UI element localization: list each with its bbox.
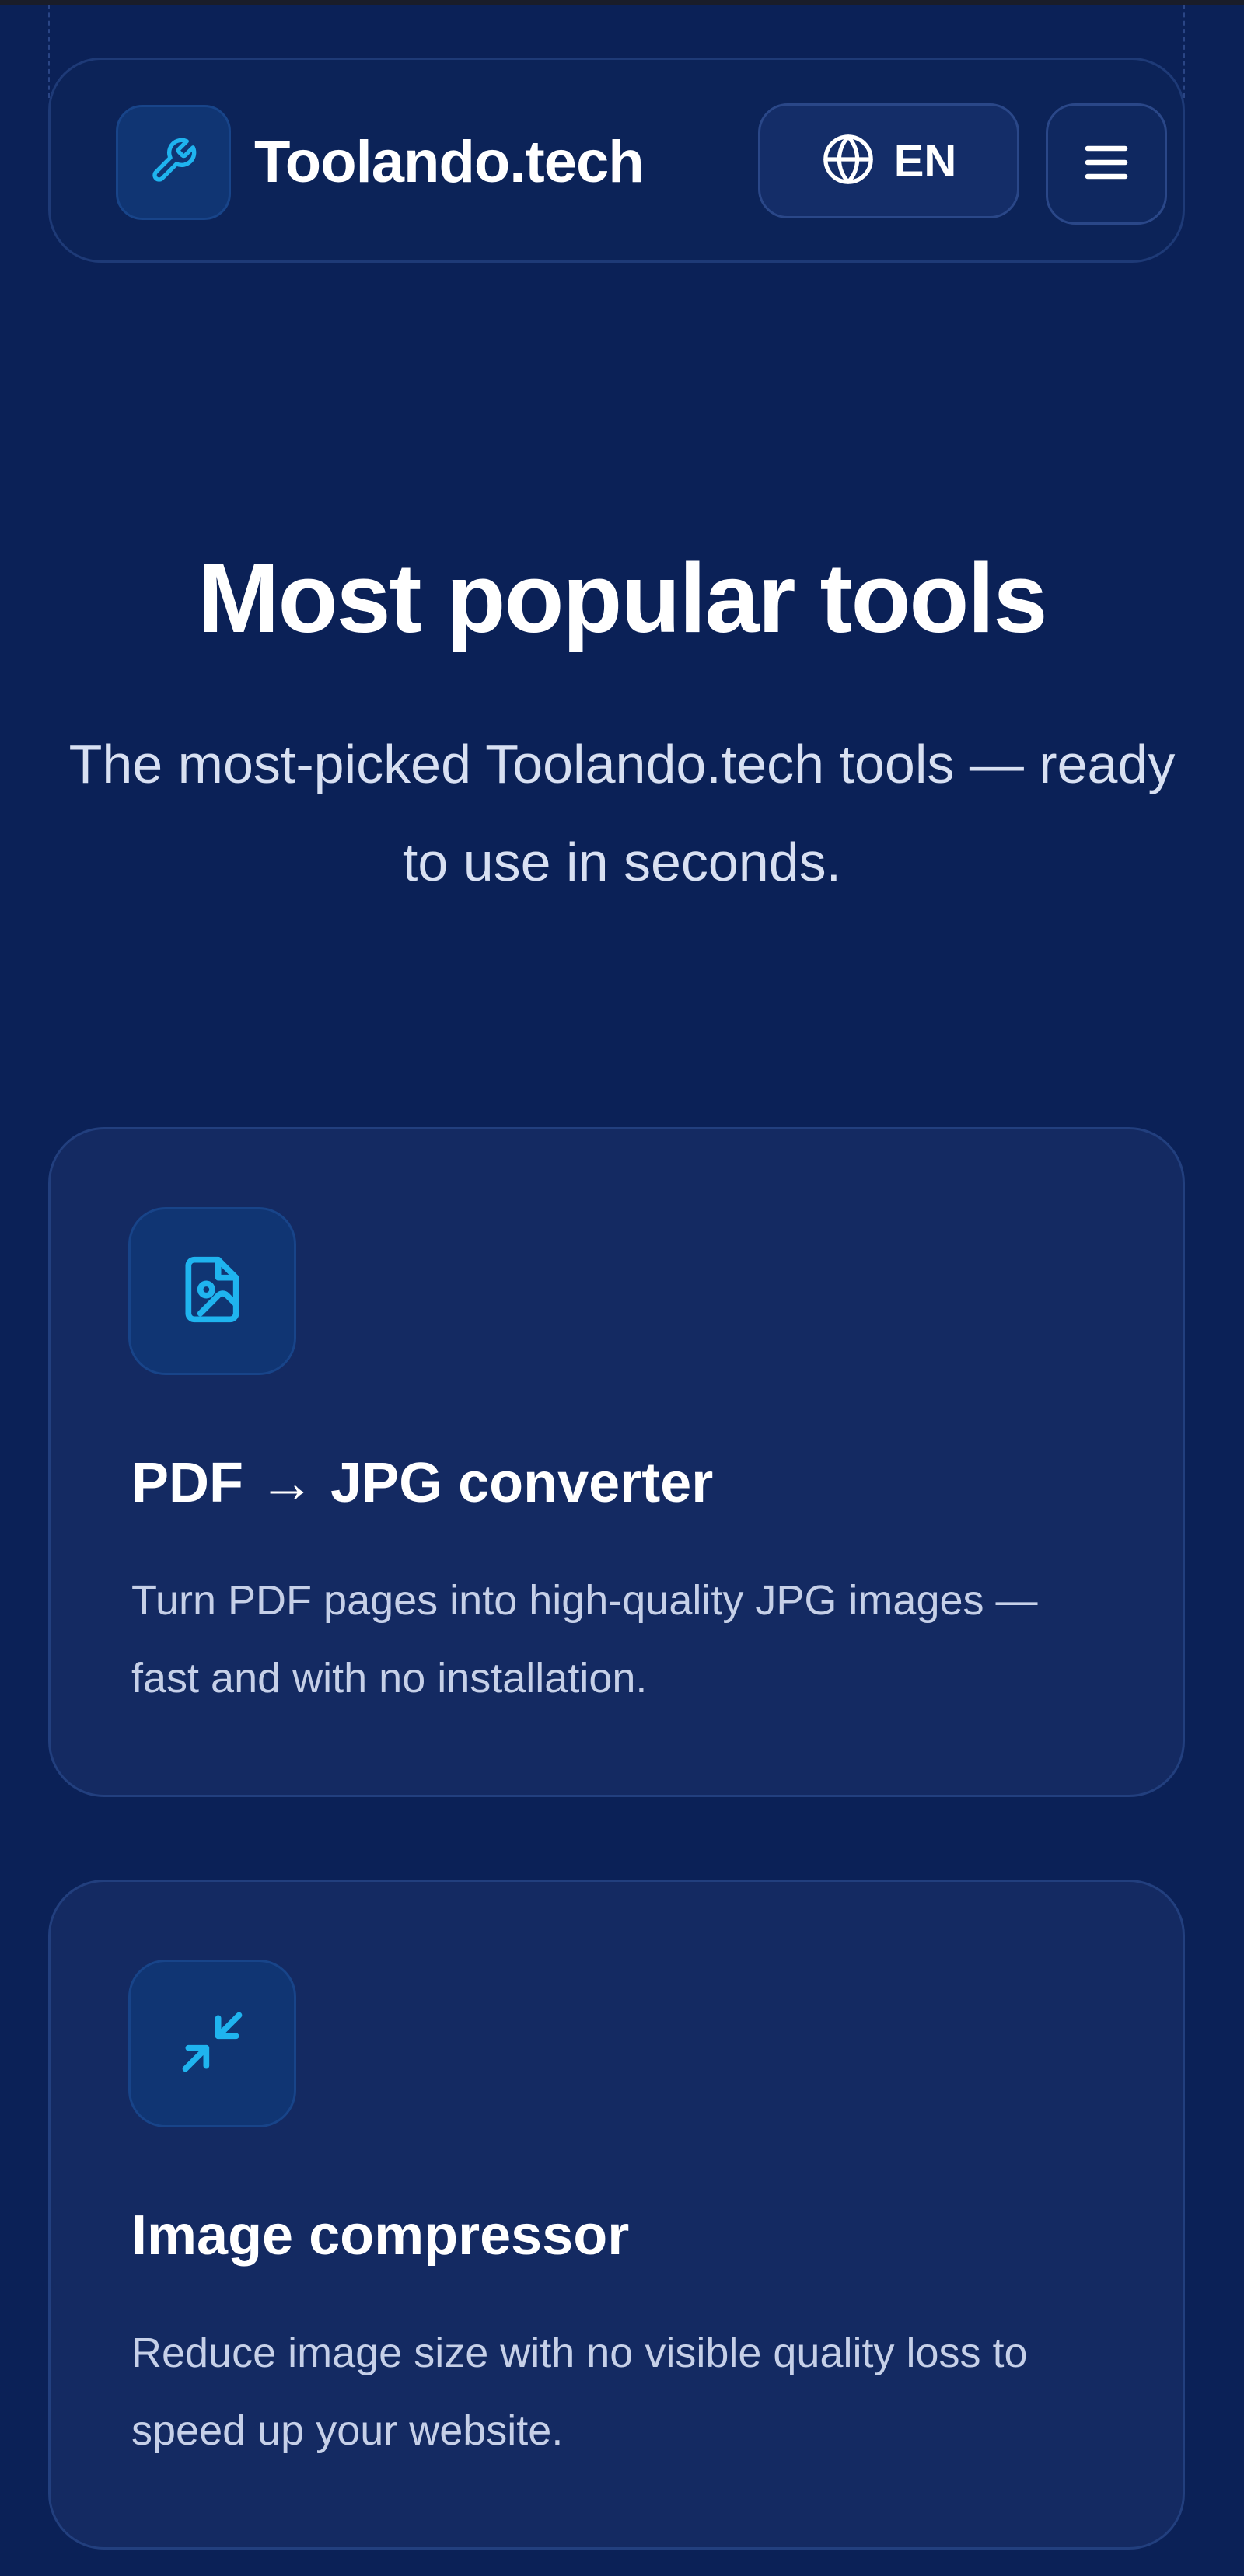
decorative-dashed-line-right bbox=[1183, 5, 1185, 98]
section-subtitle: The most-picked Toolando.tech tools — re… bbox=[68, 734, 1176, 892]
language-selector-button[interactable]: EN bbox=[758, 103, 1019, 218]
tool-card-pdf-to-jpg[interactable]: PDF → JPG converter Turn PDF pages into … bbox=[48, 1127, 1185, 1797]
window-top-edge bbox=[0, 0, 1244, 5]
menu-button[interactable] bbox=[1046, 103, 1167, 225]
tool-icon-tile bbox=[128, 1207, 296, 1375]
tool-description: Reduce image size with no visible qualit… bbox=[131, 2330, 1028, 2454]
logo-badge[interactable] bbox=[116, 105, 231, 220]
hamburger-menu-icon bbox=[1078, 134, 1134, 194]
file-image-icon bbox=[176, 1254, 248, 1329]
tool-title: Image compressor bbox=[131, 2204, 630, 2267]
tool-description: Turn PDF pages into high-quality JPG ima… bbox=[131, 1577, 1038, 1702]
brand-name[interactable]: Toolando.tech bbox=[254, 119, 645, 206]
compress-arrows-icon bbox=[176, 2006, 248, 2082]
tool-title: PDF → JPG converter bbox=[131, 1452, 714, 1514]
tool-card-image-compressor[interactable]: Image compressor Reduce image size with … bbox=[48, 1880, 1185, 2550]
site-header: Toolando.tech EN bbox=[48, 58, 1185, 263]
decorative-dashed-line-left bbox=[48, 5, 50, 98]
tool-icon-tile bbox=[128, 1960, 296, 2127]
language-label: EN bbox=[893, 135, 957, 187]
wrench-icon bbox=[149, 136, 198, 190]
section-title: Most popular tools bbox=[197, 543, 1048, 653]
globe-icon bbox=[821, 132, 875, 190]
